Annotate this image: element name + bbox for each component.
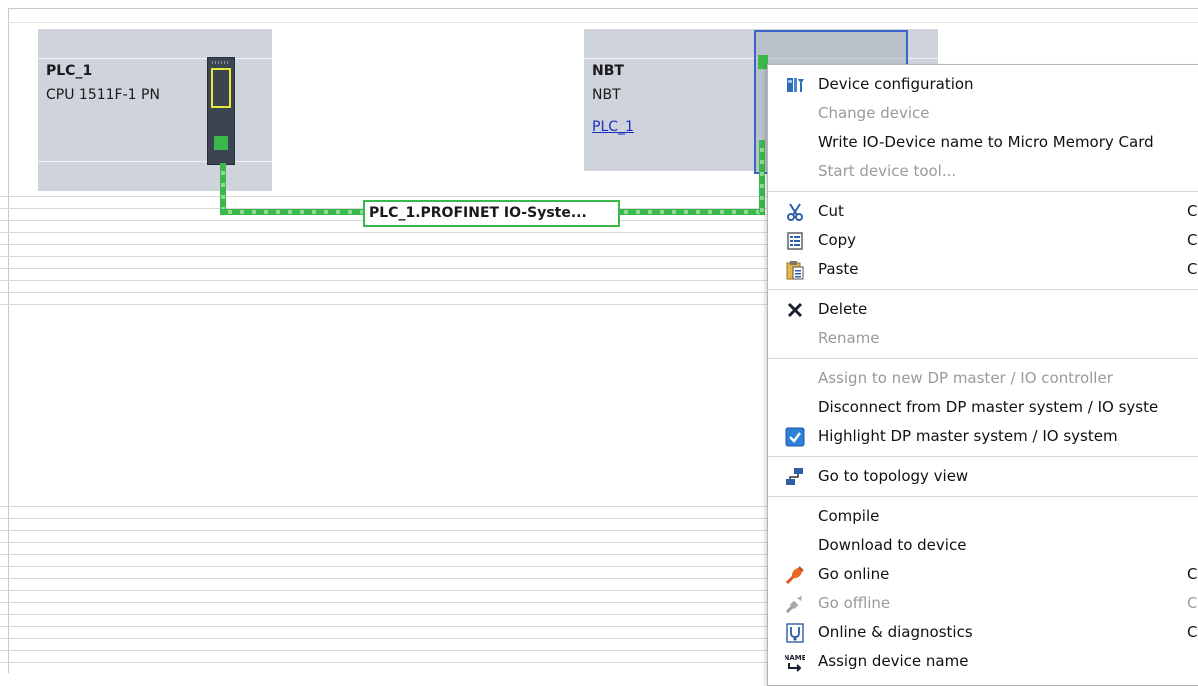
memory-card-slot <box>211 68 231 108</box>
background-grid-lines-lower <box>0 506 800 666</box>
device-band <box>38 161 272 162</box>
menu-item-highlight-master-system[interactable]: Highlight DP master system / IO system <box>768 422 1198 451</box>
menu-item-copy[interactable]: Copy C <box>768 226 1198 255</box>
scissors-icon <box>787 203 803 221</box>
menu-separator <box>768 358 1198 359</box>
menu-item-shortcut: C <box>1187 260 1198 278</box>
menu-item-disconnect-master-system[interactable]: Disconnect from DP master system / IO sy… <box>768 393 1198 422</box>
plc-device-type: CPU 1511F-1 PN <box>46 87 160 103</box>
menu-item-rename[interactable]: Rename <box>768 324 1198 353</box>
menu-item-compile[interactable]: Compile <box>768 502 1198 531</box>
menu-item-label: Rename <box>818 329 880 347</box>
menu-item-label: Go offline <box>818 594 891 612</box>
network-drop-nbt[interactable] <box>759 140 765 213</box>
menu-item-label: Highlight DP master system / IO system <box>818 427 1118 445</box>
diagnostics-icon <box>786 623 804 643</box>
plc-device-name: PLC_1 <box>46 63 93 79</box>
device-band <box>38 58 272 59</box>
profinet-port[interactable] <box>214 136 228 150</box>
menu-item-label: Change device <box>818 104 930 122</box>
profinet-io-system-label[interactable]: PLC_1.PROFINET IO-Syste... <box>363 200 620 227</box>
paste-icon <box>786 261 804 280</box>
menu-item-label: Disconnect from DP master system / IO sy… <box>818 398 1159 416</box>
cpu-module[interactable] <box>207 57 235 165</box>
menu-item-online-diagnostics[interactable]: Online & diagnostics C <box>768 618 1198 647</box>
menu-item-shortcut: C <box>1187 231 1198 249</box>
menu-item-go-to-topology-view[interactable]: Go to topology view <box>768 462 1198 491</box>
menu-separator <box>768 496 1198 497</box>
canvas-top-line <box>8 22 1198 23</box>
nbt-device-name: NBT <box>592 63 624 79</box>
plc-device-box[interactable]: PLC_1 CPU 1511F-1 PN <box>38 29 272 191</box>
topology-icon <box>786 468 803 485</box>
menu-separator <box>768 289 1198 290</box>
assign-name-icon: NAME <box>785 653 805 672</box>
menu-item-label: Compile <box>818 507 880 525</box>
nbt-io-controller-link[interactable]: PLC_1 <box>592 119 634 135</box>
menu-separator <box>768 191 1198 192</box>
menu-item-download-to-device[interactable]: Download to device <box>768 531 1198 560</box>
go-online-icon <box>785 566 804 585</box>
menu-item-label: Assign to new DP master / IO controller <box>818 369 1113 387</box>
menu-separator <box>768 456 1198 457</box>
menu-item-label: Start device tool... <box>818 162 957 180</box>
menu-item-go-offline[interactable]: Go offline C <box>768 589 1198 618</box>
checkbox-checked-icon[interactable] <box>785 427 805 447</box>
menu-item-label: Device configuration <box>818 75 974 93</box>
menu-item-label: Cut <box>818 202 844 220</box>
menu-item-label: Download to device <box>818 536 967 554</box>
menu-item-device-configuration[interactable]: Device configuration <box>768 70 1198 99</box>
menu-item-shortcut: C <box>1187 202 1198 220</box>
svg-text:NAME: NAME <box>785 654 805 662</box>
menu-item-shortcut: C <box>1187 594 1198 612</box>
menu-item-assign-new-master[interactable]: Assign to new DP master / IO controller <box>768 364 1198 393</box>
delete-x-icon <box>787 302 803 318</box>
menu-item-write-io-device-name[interactable]: Write IO-Device name to Micro Memory Car… <box>768 128 1198 157</box>
module-vent <box>212 61 230 64</box>
menu-item-shortcut: C <box>1187 623 1198 641</box>
nbt-device-type: NBT <box>592 87 621 103</box>
menu-item-start-device-tool[interactable]: Start device tool... <box>768 157 1198 186</box>
copy-icon <box>787 232 803 250</box>
menu-item-cut[interactable]: Cut C <box>768 197 1198 226</box>
device-configuration-icon <box>787 78 804 92</box>
network-drop-plc[interactable] <box>220 163 226 213</box>
menu-item-label: Online & diagnostics <box>818 623 973 641</box>
menu-item-label: Copy <box>818 231 857 249</box>
menu-item-delete[interactable]: Delete <box>768 295 1198 324</box>
menu-item-label: Delete <box>818 300 868 318</box>
menu-item-shortcut: C <box>1187 565 1198 583</box>
context-menu[interactable]: Device configuration Change device Write… <box>767 64 1198 686</box>
menu-item-label: Go online <box>818 565 890 583</box>
menu-item-paste[interactable]: Paste C <box>768 255 1198 284</box>
menu-item-label: Go to topology view <box>818 467 969 485</box>
menu-item-label: Paste <box>818 260 859 278</box>
menu-item-go-online[interactable]: Go online C <box>768 560 1198 589</box>
menu-item-label: Write IO-Device name to Micro Memory Car… <box>818 133 1154 151</box>
go-offline-icon <box>785 596 802 614</box>
menu-item-change-device[interactable]: Change device <box>768 99 1198 128</box>
